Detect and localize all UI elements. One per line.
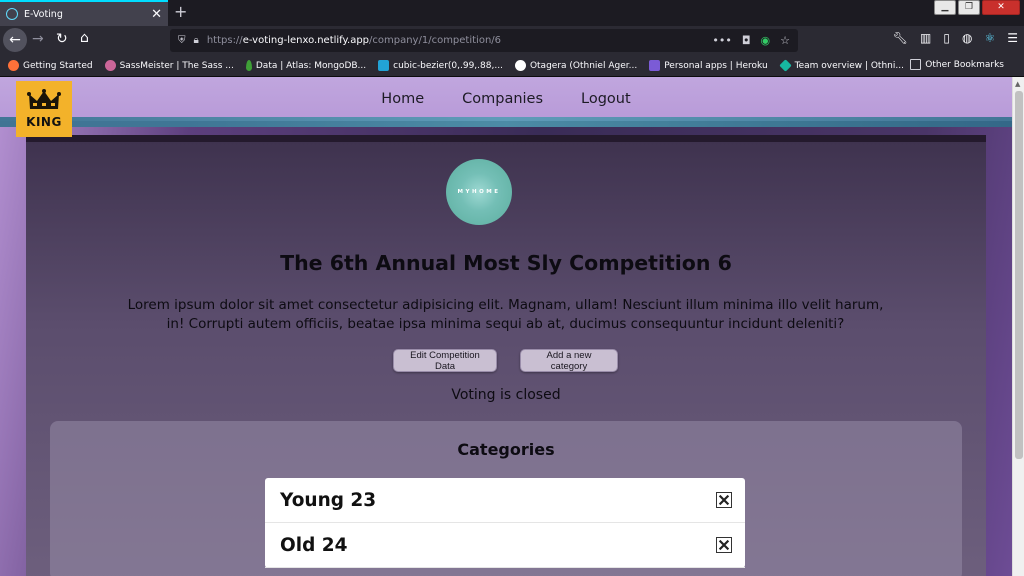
back-icon[interactable]: ←	[3, 28, 27, 52]
shield-icon[interactable]: ⛨	[178, 35, 186, 46]
bookmark-label: SassMeister | The Sass ...	[119, 60, 234, 71]
firefox-icon	[8, 60, 19, 71]
lock-icon[interactable]: 🔒︎	[194, 35, 199, 46]
github-icon	[514, 60, 526, 71]
tab-title: E-Voting	[24, 8, 63, 20]
new-tab-icon[interactable]: +	[174, 4, 187, 20]
delete-category-icon[interactable]	[716, 537, 732, 553]
library-icon[interactable]: ▥	[920, 31, 931, 45]
window-close-icon[interactable]: ✕	[982, 0, 1020, 15]
bezier-icon	[378, 60, 390, 71]
home-icon[interactable]: ⌂	[80, 30, 89, 46]
react-icon	[6, 8, 18, 20]
bookmark-label: Personal apps | Heroku	[664, 60, 768, 71]
nav-logout-link[interactable]: Logout	[581, 91, 631, 107]
sidebar-icon[interactable]: ▯	[943, 31, 950, 45]
bookmark-item[interactable]: Personal apps | Heroku	[649, 60, 768, 71]
bookmark-star-icon[interactable]: ☆	[780, 34, 790, 47]
reload-icon[interactable]: ↻	[56, 31, 68, 47]
add-category-button[interactable]: Add a new category	[520, 349, 618, 372]
bookmark-item[interactable]: Otagera (Othniel Ager...	[514, 60, 638, 71]
crown-icon	[27, 89, 61, 109]
url-scheme: https://	[206, 35, 243, 46]
minimize-icon[interactable]: ▁	[934, 0, 956, 15]
mongodb-leaf-icon	[245, 60, 252, 71]
bookmark-label: Team overview | Othni...	[794, 60, 904, 71]
url-bar[interactable]: ⛨ 🔒︎ https://e-voting-lenxo.netlify.app/…	[170, 29, 798, 52]
page-scrollbar[interactable]: ▲	[1012, 77, 1024, 576]
other-bookmarks-label: Other Bookmarks	[925, 59, 1004, 70]
url-text[interactable]: https://e-voting-lenxo.netlify.app/compa…	[207, 35, 501, 46]
sass-icon	[104, 60, 116, 71]
diamond-icon	[778, 59, 792, 72]
extension-icon[interactable]: ◉	[761, 34, 771, 47]
category-item[interactable]: Old 24	[265, 523, 745, 568]
other-bookmarks[interactable]: Other Bookmarks	[910, 59, 1004, 70]
logo-text: KING	[26, 115, 62, 129]
url-path: /company/1/competition/6	[369, 35, 502, 46]
nav-companies-link[interactable]: Companies	[462, 91, 543, 107]
restore-icon[interactable]: ❐	[958, 0, 980, 15]
account-icon[interactable]: ◍	[962, 31, 972, 45]
browser-tab-bar: E-Voting ✕ + ▁ ❐ ✕	[0, 0, 1024, 26]
category-name: Old 24	[280, 534, 348, 556]
menu-icon[interactable]: ☰	[1007, 31, 1018, 45]
bookmark-item[interactable]: Getting Started	[8, 60, 93, 71]
site-logo[interactable]: KING	[16, 81, 72, 137]
company-logo: MYHOME	[446, 159, 512, 225]
bookmark-label: Getting Started	[23, 60, 93, 71]
url-host: e-voting-lenxo.netlify.app	[242, 35, 370, 46]
browser-tab[interactable]: E-Voting ✕	[0, 0, 168, 26]
close-tab-icon[interactable]: ✕	[151, 8, 162, 21]
competition-description: Lorem ipsum dolor sit amet consectetur a…	[127, 297, 884, 332]
bookmark-item[interactable]: Data | Atlas: MongoDB...	[245, 60, 367, 71]
toolbar-icons: 🔧︎ ▥ ▯ ◍ ⚛ ☰	[893, 31, 1018, 45]
voting-status: Voting is closed	[451, 387, 561, 403]
react-devtools-icon[interactable]: ⚛	[984, 31, 995, 45]
folder-icon	[910, 59, 922, 70]
nav-home-link[interactable]: Home	[381, 91, 424, 107]
forward-icon[interactable]: →	[32, 31, 44, 47]
categories-heading: Categories	[457, 440, 555, 459]
scrollbar-thumb[interactable]	[1015, 91, 1023, 459]
category-item[interactable]: Young 23	[265, 478, 745, 523]
url-actions: ••• ◘ ◉ ☆	[712, 34, 790, 47]
delete-category-icon[interactable]	[716, 492, 732, 508]
main-nav: Home Companies Logout	[0, 77, 1012, 121]
company-logo-text: MYHOME	[457, 189, 501, 195]
bookmark-label: Data | Atlas: MongoDB...	[255, 60, 367, 71]
heroku-icon	[649, 60, 661, 71]
bookmark-item[interactable]: SassMeister | The Sass ...	[104, 60, 234, 71]
bookmarks-bar: Getting Started SassMeister | The Sass .…	[0, 55, 1024, 77]
browser-nav-bar: ← → ↻ ⌂ ⛨ 🔒︎ https://e-voting-lenxo.netl…	[0, 26, 1024, 55]
category-list: Young 23 Old 24	[265, 478, 745, 568]
competition-title: The 6th Annual Most Sly Competition 6	[280, 251, 732, 275]
edit-competition-button[interactable]: Edit Competition Data	[393, 349, 497, 372]
category-name: Young 23	[280, 489, 377, 511]
bookmark-item[interactable]: Team overview | Othni...	[778, 59, 904, 72]
more-actions-icon[interactable]: •••	[712, 34, 731, 47]
scroll-up-icon[interactable]: ▲	[1015, 80, 1020, 88]
wrench-icon[interactable]: 🔧︎	[893, 31, 908, 45]
bookmark-item[interactable]: cubic-bezier(0,.99,.88,...	[378, 60, 503, 71]
page-viewport: KING Home Companies Logout MYHOME The 6t…	[0, 77, 1012, 576]
window-controls: ▁ ❐ ✕	[932, 0, 1020, 16]
bookmark-label: cubic-bezier(0,.99,.88,...	[393, 60, 503, 71]
bookmark-label: Otagera (Othniel Ager...	[529, 60, 638, 71]
pocket-icon[interactable]: ◘	[742, 34, 751, 47]
